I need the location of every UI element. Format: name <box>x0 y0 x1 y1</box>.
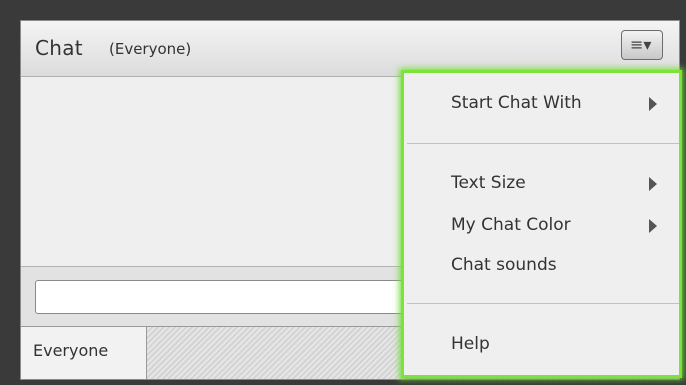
menu-item-label: Chat sounds <box>451 255 557 275</box>
window-frame: Chat (Everyone) ≡▾ Everyone Start Chat W… <box>0 0 686 385</box>
chat-titlebar: Chat (Everyone) ≡▾ <box>21 21 679 77</box>
menu-item-label: Start Chat With <box>451 93 582 113</box>
tab-everyone-label: Everyone <box>33 341 109 360</box>
submenu-arrow-icon <box>649 177 657 191</box>
tab-everyone[interactable]: Everyone <box>21 327 147 379</box>
menu-separator <box>407 143 679 144</box>
menu-item-label: Text Size <box>451 173 526 193</box>
menu-item-label: My Chat Color <box>451 215 571 235</box>
menu-separator <box>407 303 679 304</box>
menu-item-label: Help <box>451 334 490 354</box>
chat-subtitle: (Everyone) <box>109 40 192 58</box>
submenu-arrow-icon <box>649 219 657 233</box>
pod-options-menu: Start Chat With Text Size My Chat Color … <box>401 70 682 378</box>
pod-options-button[interactable]: ≡▾ <box>621 30 663 60</box>
chat-title: Chat <box>35 36 83 60</box>
hamburger-menu-icon: ≡▾ <box>630 35 652 54</box>
submenu-arrow-icon <box>649 97 657 111</box>
